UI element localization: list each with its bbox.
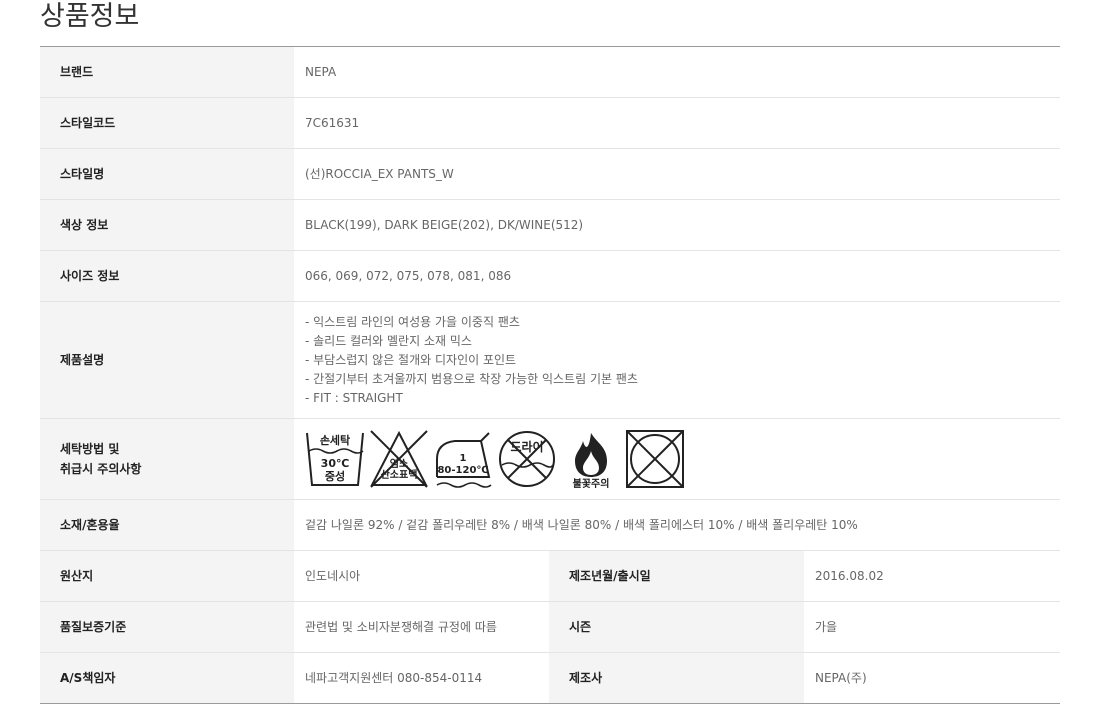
row-label-manufacturer: 제조사	[549, 653, 804, 703]
no-bleach-icon: 염소 산소표백	[370, 430, 428, 488]
row-value-brand: NEPA	[305, 64, 337, 79]
product-info-table: 브랜드 NEPA 스타일코드 7C61631 스타일명 (선)ROCCIA_EX…	[40, 46, 1060, 704]
row-value-origin: 인도네시아	[305, 568, 361, 583]
row-value-season: 가을	[815, 619, 838, 634]
row-value-size: 066, 069, 072, 075, 078, 081, 086	[305, 268, 512, 283]
table-row-size: 사이즈 정보 066, 069, 072, 075, 078, 081, 086	[40, 251, 1060, 302]
table-row-brand: 브랜드 NEPA	[40, 47, 1060, 98]
care-icons: 손세탁 30℃ 중성 염소 산소표백 1 80-120℃ 드라이 불꽃주의	[294, 419, 1060, 499]
row-label-care: 세탁방법 및 취급시 주의사항	[40, 419, 294, 499]
table-row-description: 제품설명 - 익스트림 라인의 여성용 가을 이중직 팬츠 - 솔리드 컬러와 …	[40, 302, 1060, 419]
row-value-description: - 익스트림 라인의 여성용 가을 이중직 팬츠 - 솔리드 컬러와 멜란지 소…	[294, 302, 1060, 418]
flame-caution-icon: 불꽃주의	[573, 433, 610, 489]
flame-caution-label: 불꽃주의	[573, 477, 610, 489]
description-line: - FIT : STRAIGHT	[305, 390, 403, 405]
iron-level: 1	[460, 453, 467, 464]
description-line: - 부담스럽지 않은 절개와 디자인이 포인트	[305, 352, 517, 367]
table-row-color: 색상 정보 BLACK(199), DARK BEIGE(202), DK/WI…	[40, 200, 1060, 251]
care-label-line1: 세탁방법 및	[60, 442, 120, 456]
hand-wash-label: 손세탁	[320, 433, 350, 447]
row-label-style-name: 스타일명	[40, 149, 294, 199]
iron-temp: 80-120℃	[437, 465, 488, 476]
row-value-style-name: (선)ROCCIA_EX PANTS_W	[305, 166, 454, 181]
row-value-style-code: 7C61631	[305, 115, 360, 130]
table-row-as: A/S책임자 네파고객지원센터 080-854-0114 제조사 NEPA(주)	[40, 653, 1060, 703]
row-value-as: 네파고객지원센터 080-854-0114	[305, 670, 483, 685]
row-value-color: BLACK(199), DARK BEIGE(202), DK/WINE(512…	[305, 217, 584, 232]
table-row-style-code: 스타일코드 7C61631	[40, 98, 1060, 149]
row-label-color: 색상 정보	[40, 200, 294, 250]
row-value-manufacture-date: 2016.08.02	[815, 568, 884, 583]
no-dry-clean-label: 드라이	[510, 439, 543, 454]
row-label-size: 사이즈 정보	[40, 251, 294, 301]
no-tumble-dry-icon	[626, 430, 684, 488]
no-dry-clean-icon: 드라이	[499, 431, 555, 487]
table-row-quality: 품질보증기준 관련법 및 소비자분쟁해결 규정에 따름 시즌 가을	[40, 602, 1060, 653]
table-row-material: 소재/혼용율 겉감 나일론 92% / 겉감 폴리우레탄 8% / 배색 나일론…	[40, 500, 1060, 551]
row-label-style-code: 스타일코드	[40, 98, 294, 148]
table-row-origin: 원산지 인도네시아 제조년월/출시일 2016.08.02	[40, 551, 1060, 602]
hand-wash-temp: 30℃	[321, 457, 350, 470]
row-label-material: 소재/혼용율	[40, 500, 294, 550]
row-value-manufacturer: NEPA(주)	[815, 670, 867, 685]
row-label-origin: 원산지	[40, 551, 294, 601]
description-line: - 간절기부터 초겨울까지 범용으로 착장 가능한 익스트림 기본 팬츠	[305, 371, 638, 386]
row-label-manufacture-date: 제조년월/출시일	[549, 551, 804, 601]
iron-icon: 1 80-120℃	[436, 432, 492, 488]
row-value-material: 겉감 나일론 92% / 겉감 폴리우레탄 8% / 배색 나일론 80% / …	[305, 517, 858, 532]
hand-wash-icon: 손세탁 30℃ 중성	[306, 432, 364, 486]
table-row-style-name: 스타일명 (선)ROCCIA_EX PANTS_W	[40, 149, 1060, 200]
row-label-quality: 품질보증기준	[40, 602, 294, 652]
row-value-quality: 관련법 및 소비자분쟁해결 규정에 따름	[305, 619, 497, 634]
page-title: 상품정보	[40, 1, 140, 32]
row-label-description: 제품설명	[40, 302, 294, 418]
description-line: - 솔리드 컬러와 멜란지 소재 믹스	[305, 333, 472, 348]
description-line: - 익스트림 라인의 여성용 가을 이중직 팬츠	[305, 314, 520, 329]
table-row-care: 세탁방법 및 취급시 주의사항 손세탁 30℃ 중성 염소 산소표백 1 80-…	[40, 419, 1060, 500]
row-label-as: A/S책임자	[40, 653, 294, 703]
no-bleach-label-top: 염소	[390, 458, 408, 470]
no-bleach-label-bottom: 산소표백	[381, 468, 418, 481]
row-label-season: 시즌	[549, 602, 804, 652]
hand-wash-detergent: 중성	[325, 469, 345, 483]
row-label-brand: 브랜드	[40, 47, 294, 97]
care-label-line2: 취급시 주의사항	[60, 462, 142, 476]
